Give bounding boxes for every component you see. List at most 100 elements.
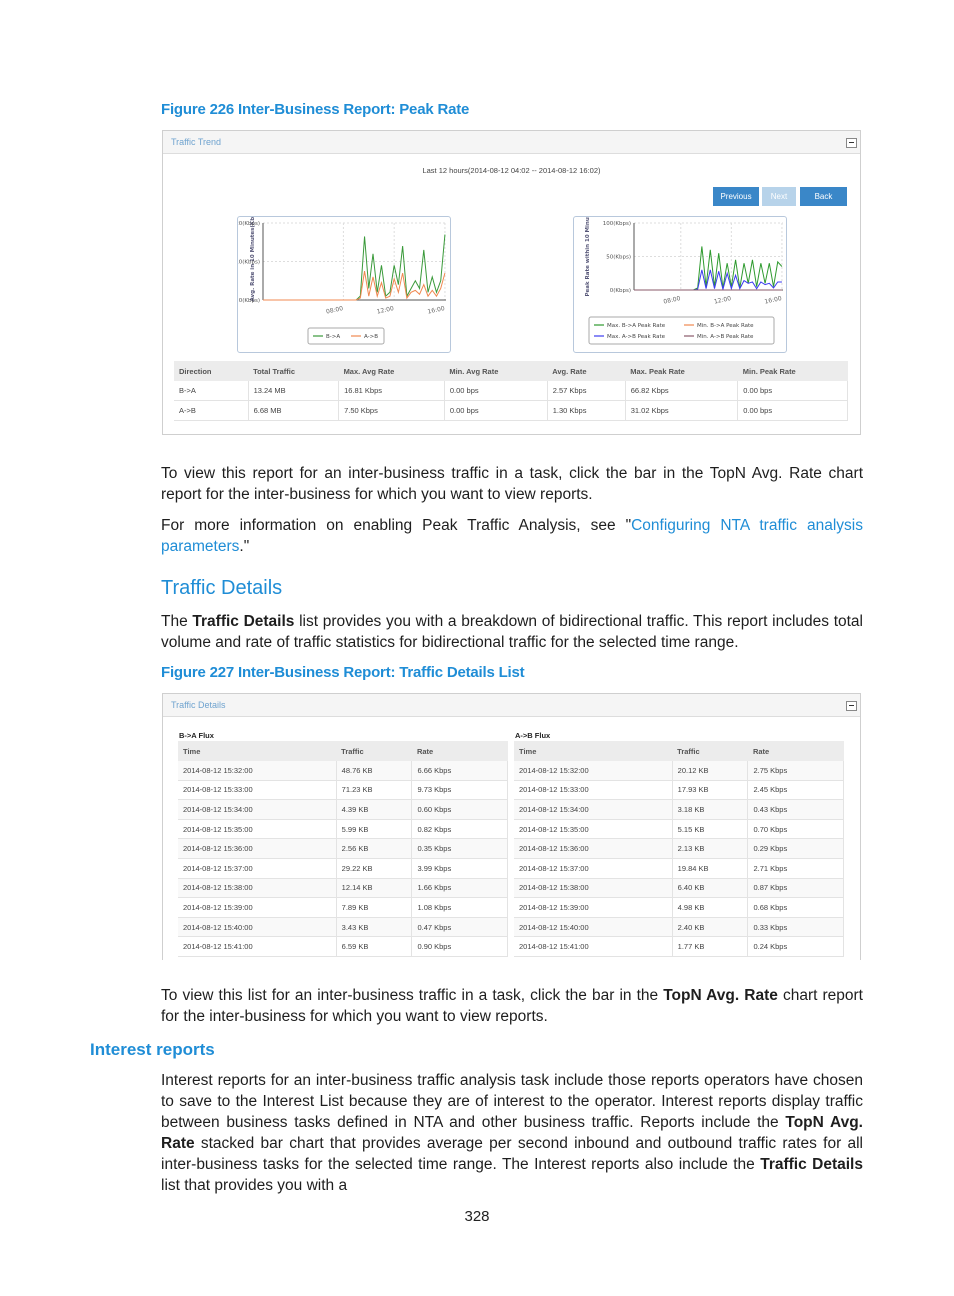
table-cell: 3.18 KB — [672, 799, 749, 820]
table-cell: 5.99 KB — [336, 819, 413, 840]
peak-rate-chart-svg: Peak Rate within 10 Minutes 100(Kbps) 50(K… — [585, 207, 783, 345]
table-cell: 0.43 Kbps — [747, 799, 844, 820]
table-cell: 4.98 KB — [672, 897, 749, 918]
table-cell: 2014-08-12 15:40:00 — [514, 917, 673, 938]
table-cell: 6.66 Kbps — [411, 761, 508, 781]
p3-bold: Traffic Details — [192, 613, 295, 630]
next-button[interactable]: Next — [762, 187, 796, 206]
page-number: 328 — [464, 1208, 490, 1225]
table-cell: 6.59 KB — [336, 936, 413, 957]
table-row: 2014-08-12 15:34:00 4.39 KB 0.60 Kbps — [178, 799, 508, 820]
ba-flux-title: B->A Flux — [179, 731, 214, 740]
table-cell: 0.29 Kbps — [747, 838, 844, 859]
p5-text: Interest reports for an inter-business t… — [161, 1072, 863, 1131]
table-cell: 2.45 Kbps — [747, 780, 844, 801]
previous-button[interactable]: Previous — [713, 187, 759, 206]
table-cell: 29.22 KB — [336, 858, 413, 879]
p2-end: ." — [239, 538, 250, 555]
table-cell: 9.73 Kbps — [411, 780, 508, 801]
paragraph-4: To view this list for an inter-business … — [161, 985, 863, 1027]
table-cell: 0.00 bps — [444, 381, 548, 401]
table-cell: 3.43 KB — [336, 917, 413, 938]
table-cell: 2014-08-12 15:38:00 — [178, 878, 337, 899]
y-tick-label: 0(Kbps) — [610, 288, 631, 294]
y-tick-label: 100(Kbps) — [603, 221, 631, 227]
table-cell: 0.82 Kbps — [411, 819, 508, 840]
table-cell: 2014-08-12 15:32:00 — [178, 761, 337, 781]
table-cell: 2014-08-12 15:33:00 — [514, 780, 673, 801]
x-tick-label: 16:00 — [764, 295, 783, 305]
table-cell: 0.90 Kbps — [411, 936, 508, 957]
ab-flux-title: A->B Flux — [515, 731, 551, 740]
x-tick-label: 16:00 — [427, 305, 446, 315]
table-cell: 2.56 KB — [336, 838, 413, 859]
panel-header: Traffic Details — [163, 694, 860, 717]
table-row: 2014-08-12 15:34:00 3.18 KB 0.43 Kbps — [514, 799, 844, 820]
column-header: Rate — [747, 741, 844, 761]
table-cell: 31.02 Kbps — [625, 400, 739, 421]
table-cell: 0.00 bps — [444, 400, 548, 421]
summary-header-row: Direction Total Traffic Max. Avg Rate Min. … — [174, 361, 848, 381]
table-row: 2014-08-12 15:40:00 2.40 KB 0.33 Kbps — [514, 917, 844, 938]
column-header: Avg. Rate — [547, 361, 626, 381]
table-row: 2014-08-12 15:33:00 71.23 KB 9.73 Kbps — [178, 780, 508, 801]
table-cell: 16.81 Kbps — [338, 381, 445, 401]
table-cell: 5.15 KB — [672, 819, 749, 840]
table-cell: 2014-08-12 15:38:00 — [514, 878, 673, 899]
p4-text: To view this list for an inter-business … — [161, 987, 664, 1004]
table-cell: 0.70 Kbps — [747, 819, 844, 840]
table-cell: 6.40 KB — [672, 878, 749, 899]
table-cell: 2014-08-12 15:33:00 — [178, 780, 337, 801]
table-cell: 0.60 Kbps — [411, 799, 508, 820]
table-cell: 2014-08-12 15:36:00 — [178, 838, 337, 859]
table-row: A->B 6.68 MB 7.50 Kbps 0.00 bps 1.30 Kbps 31.… — [174, 400, 848, 421]
table-cell: 1.30 Kbps — [547, 400, 626, 421]
table-cell: 2014-08-12 15:34:00 — [514, 799, 673, 820]
table-row: 2014-08-12 15:38:00 6.40 KB 0.87 Kbps — [514, 878, 844, 899]
table-cell: 2.75 Kbps — [747, 761, 844, 781]
table-cell: 7.89 KB — [336, 897, 413, 918]
column-header: Total Traffic — [248, 361, 339, 381]
table-cell: 2.40 KB — [672, 917, 749, 938]
table-cell: 0.35 Kbps — [411, 838, 508, 859]
legend-label: Min. A->B Peak Rate — [697, 334, 754, 340]
table-cell: 7.50 Kbps — [338, 400, 445, 421]
figure-227-title: Figure 227 Inter-Business Report: Traffi… — [161, 664, 525, 681]
header-row: Time Traffic Rate — [178, 741, 508, 761]
column-header: Rate — [411, 741, 508, 761]
table-cell: 0.33 Kbps — [747, 917, 844, 938]
table-cell: 66.82 Kbps — [625, 381, 739, 401]
p3-text: The — [161, 613, 193, 630]
table-row: 2014-08-12 15:35:00 5.15 KB 0.70 Kbps — [514, 819, 844, 840]
table-cell: 2014-08-12 15:37:00 — [178, 858, 337, 879]
table-cell: 2014-08-12 15:34:00 — [178, 799, 337, 820]
table-cell: 20.12 KB — [672, 761, 749, 781]
table-cell: 2014-08-12 15:39:00 — [178, 897, 337, 918]
back-button[interactable]: Back — [800, 187, 847, 206]
p5-bold-2: Traffic Details — [760, 1156, 863, 1173]
avg-rate-chart-svg: Avg. Rate in 10 Minutes(Kb20(Kbps)10(Kbp… — [235, 217, 446, 345]
table-cell: 12.14 KB — [336, 878, 413, 899]
ba-flux-table: Time Traffic Rate 2014-08-12 15:32:00 48.76 … — [178, 741, 508, 957]
peak-rate-chart: Peak Rate within 10 Minutes 100(Kbps) 50(K… — [573, 207, 787, 353]
paragraph-1: To view this report for an inter-busines… — [161, 465, 863, 503]
table-cell: 2014-08-12 15:32:00 — [514, 761, 673, 781]
x-tick-label: 08:00 — [325, 305, 344, 315]
table-row: 2014-08-12 15:36:00 2.56 KB 0.35 Kbps — [178, 838, 508, 859]
avg-rate-chart: Avg. Rate in 10 Minutes(Kb20(Kbps)10(Kbp… — [235, 216, 451, 353]
table-cell: 3.99 Kbps — [411, 858, 508, 879]
column-header: Traffic — [672, 741, 748, 761]
table-row: 2014-08-12 15:39:00 4.98 KB 0.68 Kbps — [514, 897, 844, 918]
collapse-icon[interactable] — [846, 138, 857, 148]
y-tick-label: 0(Kbps) — [239, 298, 260, 304]
table-cell: 2014-08-12 15:40:00 — [178, 917, 337, 938]
time-range-text: Last 12 hours(2014-08-12 04:02 -- 2014-0… — [422, 166, 601, 175]
table-cell: 48.76 KB — [336, 761, 413, 781]
table-row: 2014-08-12 15:32:00 48.76 KB 6.66 Kbps — [178, 761, 508, 781]
collapse-icon[interactable] — [846, 701, 857, 711]
paragraph-3: The Traffic Details list provides you wi… — [161, 611, 863, 653]
table-cell: 0.68 Kbps — [747, 897, 844, 918]
table-row: 2014-08-12 15:40:00 3.43 KB 0.47 Kbps — [178, 917, 508, 938]
p5-text-2: stacked bar chart that provides average … — [161, 1135, 863, 1173]
p4-bold: TopN Avg. Rate — [663, 987, 778, 1004]
